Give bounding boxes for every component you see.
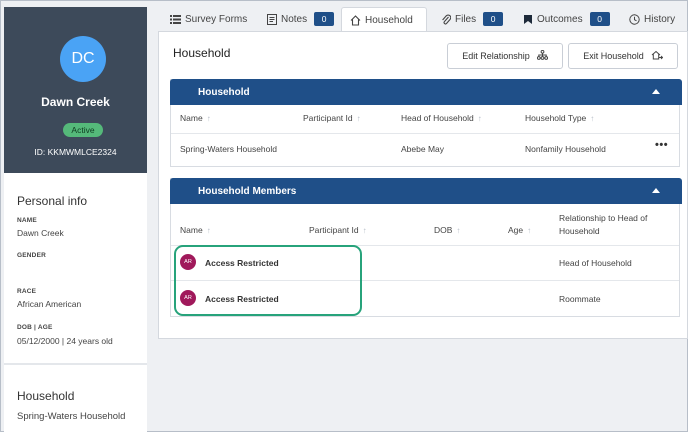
column-header-household-type[interactable]: Household Type ↑: [525, 113, 594, 123]
household-name-cell: Spring-Waters Household: [180, 144, 278, 154]
notes-icon: [266, 13, 277, 25]
name-value: Dawn Creek: [17, 228, 64, 238]
row-divider: [171, 133, 679, 134]
dob-value: 05/12/2000 | 24 years old: [17, 336, 113, 346]
race-label: RACE: [17, 288, 37, 295]
relationship-cell: Head of Household: [559, 258, 632, 268]
sort-icon: ↑: [206, 225, 211, 235]
tab-label: Outcomes: [537, 13, 583, 25]
column-header-participant-id[interactable]: Participant Id ↑: [303, 113, 361, 123]
home-icon: [350, 14, 361, 26]
notes-count-badge: 0: [314, 12, 335, 26]
restricted-members-highlight: [174, 245, 362, 316]
exit-household-icon: [651, 50, 663, 62]
column-header-head-of-household[interactable]: Head of Household ↑: [401, 113, 482, 123]
hierarchy-icon: [536, 49, 548, 62]
participant-name: Dawn Creek: [41, 95, 110, 109]
card-title: Household Members: [198, 185, 297, 197]
relationship-cell: Roommate: [559, 294, 601, 304]
household-card: Household Name ↑ Participant Id ↑ Head of …: [170, 79, 682, 167]
exit-household-label: Exit Household: [583, 51, 644, 61]
participant-id: ID: KKMWMLCE2324: [34, 147, 117, 157]
outcomes-count-badge: 0: [589, 12, 610, 26]
household-name-value: Spring-Waters Household: [17, 411, 126, 422]
tab-label: Survey Forms: [185, 13, 248, 25]
column-header-relationship[interactable]: Relationship to Head of Household: [559, 212, 669, 238]
collapse-caret-icon[interactable]: [652, 89, 660, 94]
tab-label: History: [644, 13, 676, 25]
head-of-household-cell: Abebe May: [401, 144, 444, 154]
sort-icon: ↑: [356, 113, 361, 123]
tab-bar: Survey Forms Notes 0 Household Files 0 O…: [158, 7, 688, 32]
profile-card: DC Dawn Creek Active ID: KKMWMLCE2324: [4, 7, 147, 173]
sort-icon: ↑: [362, 225, 367, 235]
exit-household-button[interactable]: Exit Household: [568, 43, 678, 69]
clock-icon: [629, 13, 640, 25]
paperclip-icon: [440, 14, 451, 25]
sort-icon: ↑: [590, 113, 595, 123]
flag-icon: [522, 14, 533, 25]
files-count-badge: 0: [483, 12, 504, 26]
tab-label: Household: [365, 14, 413, 26]
household-card-header[interactable]: Household: [170, 79, 682, 105]
tab-label: Files: [455, 13, 477, 25]
sidebar-divider: [4, 363, 147, 365]
list-icon: [170, 14, 181, 25]
edit-relationship-button[interactable]: Edit Relationship: [447, 43, 563, 69]
tab-label: Notes: [281, 13, 308, 25]
page-title: Household: [173, 46, 231, 60]
tab-history[interactable]: History: [621, 7, 683, 31]
more-options-icon[interactable]: •••: [655, 139, 668, 151]
card-title: Household: [198, 86, 250, 98]
column-header-age[interactable]: Age ↑: [508, 225, 531, 235]
dob-label: DOB | AGE: [17, 324, 53, 331]
participant-sidebar: DC Dawn Creek Active ID: KKMWMLCE2324 Pe…: [4, 7, 147, 432]
name-label: NAME: [17, 217, 37, 224]
edit-relationship-label: Edit Relationship: [462, 51, 530, 61]
household-section-title: Household: [17, 389, 75, 403]
race-value: African American: [17, 299, 82, 309]
sort-icon: ↑: [527, 225, 532, 235]
gender-label: GENDER: [17, 252, 47, 259]
sort-icon: ↑: [456, 225, 461, 235]
members-card-header[interactable]: Household Members: [170, 178, 682, 204]
sort-icon: ↑: [477, 113, 482, 123]
column-header-dob[interactable]: DOB ↑: [434, 225, 460, 235]
column-header-participant-id[interactable]: Participant Id ↑: [309, 225, 367, 235]
tab-household[interactable]: Household: [341, 7, 427, 32]
column-header-name[interactable]: Name ↑: [180, 225, 211, 235]
collapse-caret-icon[interactable]: [652, 188, 660, 193]
tab-files[interactable]: Files 0: [432, 7, 511, 31]
avatar: DC: [60, 36, 106, 82]
tab-outcomes[interactable]: Outcomes 0: [514, 7, 618, 31]
household-type-cell: Nonfamily Household: [525, 144, 606, 154]
tab-notes[interactable]: Notes 0: [258, 7, 342, 31]
app-frame: DC Dawn Creek Active ID: KKMWMLCE2324 Pe…: [0, 0, 688, 432]
sort-icon: ↑: [206, 113, 211, 123]
tab-survey-forms[interactable]: Survey Forms: [162, 7, 255, 31]
status-badge: Active: [63, 123, 103, 137]
column-header-name[interactable]: Name ↑: [180, 113, 211, 123]
personal-info-title: Personal info: [17, 194, 88, 208]
